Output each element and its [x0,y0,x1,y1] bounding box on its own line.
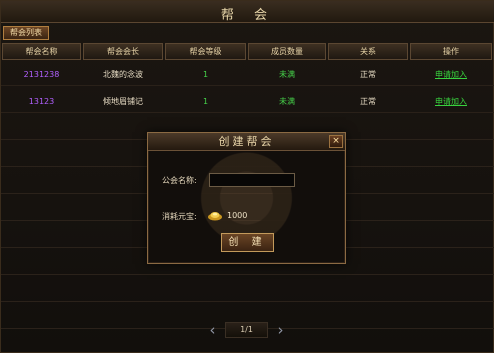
next-page-icon[interactable]: › [273,321,288,339]
pagination: ‹ 1/1 › [205,321,288,339]
guild-window: 帮 会 帮会列表 帮会名称 帮会会长 帮会等级 成员数量 关系 操作 21312… [0,0,494,353]
guild-name-input[interactable] [209,173,295,187]
header-guild-name: 帮会名称 [2,43,81,60]
guild-name: 2131238 [23,70,60,79]
apply-join-link[interactable]: 申请加入 [410,64,492,86]
guild-relation: 正常 [360,97,376,106]
create-guild-dialog: 创建帮会 × 公会名称: 消耗元宝: 1000 创 建 [147,132,346,264]
apply-join-link[interactable]: 申请加入 [410,91,492,113]
header-leader: 帮会会长 [83,43,163,60]
window-title: 帮 会 [220,8,276,23]
dialog-close-button[interactable]: × [329,135,343,148]
gold-ingot-icon [208,212,222,221]
create-button[interactable]: 创 建 [221,233,274,252]
table-row: 2131238 北魏的念波 1 未满 正常 申请加入 [1,64,494,86]
guild-name: 13123 [28,97,55,106]
tab-guild-list[interactable]: 帮会列表 [3,26,49,40]
dialog-title: 创建帮会 [148,133,345,151]
table-header: 帮会名称 帮会会长 帮会等级 成员数量 关系 操作 [1,43,494,60]
previous-page-icon[interactable]: ‹ [205,321,220,339]
guild-members: 未满 [279,97,295,106]
guild-members: 未满 [279,70,295,79]
table-row: 13123 倾地眉铺记 1 未满 正常 申请加入 [1,91,494,113]
guild-leader: 倾地眉铺记 [103,97,143,106]
cost-label: 消耗元宝: [162,212,197,221]
guild-relation: 正常 [360,70,376,79]
guild-leader: 北魏的念波 [103,70,143,79]
empty-row [1,280,494,302]
header-level: 帮会等级 [165,43,246,60]
guild-level: 1 [202,97,209,106]
guild-level: 1 [202,70,209,79]
header-relation: 关系 [328,43,408,60]
page-indicator: 1/1 [225,322,268,338]
title-bar: 帮 会 [1,1,494,23]
guild-name-label: 公会名称: [162,176,197,185]
header-action: 操作 [410,43,492,60]
cost-value: 1000 [227,211,248,220]
header-members: 成员数量 [248,43,326,60]
